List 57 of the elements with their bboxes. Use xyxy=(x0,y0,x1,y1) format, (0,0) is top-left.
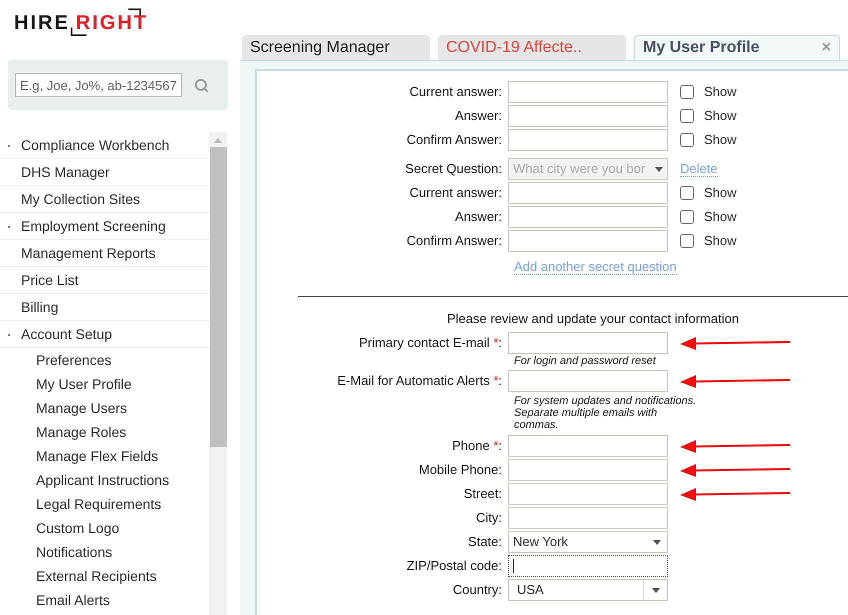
sidebar-subitem[interactable]: Manage Flex Fields xyxy=(0,444,209,468)
scroll-up-icon[interactable] xyxy=(214,138,222,143)
caret-icon xyxy=(653,540,661,544)
sidebar-subitem[interactable]: Manage Roles xyxy=(0,420,209,444)
search-icon[interactable] xyxy=(194,78,209,92)
field-label: Country: xyxy=(452,581,502,600)
field-hint: For login and password reset xyxy=(514,355,658,367)
sidebar-subitem[interactable]: Preferences xyxy=(0,348,209,372)
sidebar-subitem[interactable]: Legal Requirements xyxy=(0,492,209,516)
arrow-icon xyxy=(680,463,790,477)
caret-icon xyxy=(652,588,660,592)
field-label: Mobile Phone: xyxy=(418,461,502,480)
arrow-icon xyxy=(680,487,790,501)
sidebar-subitem[interactable]: Notifications xyxy=(0,540,209,564)
checkbox-label: Show xyxy=(704,232,737,250)
sidebar-subitem[interactable]: Email Alerts xyxy=(0,588,209,612)
field-hint: For system updates and notifications. Separate multiple emails with commas. xyxy=(514,395,698,431)
tab[interactable]: My User Profile × xyxy=(634,35,840,60)
field-label: Street: xyxy=(464,485,502,504)
logo: HIRE RIGHT xyxy=(14,6,148,36)
sidebar-subitem[interactable]: My User Profile xyxy=(0,372,209,396)
checkbox[interactable] xyxy=(680,109,694,123)
search-field[interactable]: E.g, Joe, Jo%, ab-1234567 xyxy=(15,73,182,97)
state-select[interactable]: New York xyxy=(508,531,668,553)
checkbox-label: Show xyxy=(704,184,737,202)
arrow-icon xyxy=(680,439,790,453)
checkbox[interactable] xyxy=(680,85,694,99)
tab[interactable]: Screening Manager xyxy=(242,35,430,60)
sidebar-subitem[interactable]: Applicant Instructions xyxy=(0,468,209,492)
arrow-icon xyxy=(680,336,790,350)
input-field[interactable] xyxy=(508,555,668,577)
caret-icon xyxy=(655,166,663,172)
field-label: Current answer: xyxy=(410,184,502,202)
field-label: Primary contact E-mail *: xyxy=(358,334,502,352)
field-label: Secret Question: xyxy=(405,160,502,178)
checkbox-label: Show xyxy=(704,83,737,102)
checkbox-label: Show xyxy=(704,107,737,126)
section-heading: Please review and update your contact information xyxy=(447,310,739,328)
arrow-icon xyxy=(680,374,790,388)
field-label: E-Mail for Automatic Alerts *: xyxy=(337,372,502,390)
sidebar-subitem[interactable]: Manage Users xyxy=(0,396,209,420)
scrollbar[interactable] xyxy=(209,132,227,615)
field-label: Confirm Answer: xyxy=(406,232,502,250)
field-label: State: xyxy=(468,533,502,552)
field-label: Answer: xyxy=(455,208,502,226)
checkbox[interactable] xyxy=(680,133,694,147)
checkbox-label: Show xyxy=(704,208,737,226)
field-label: ZIP/Postal code: xyxy=(406,557,502,576)
field-label: Confirm Answer: xyxy=(406,131,502,150)
sidebar-subitem[interactable]: Custom Logo xyxy=(0,516,209,540)
field-label: Current answer: xyxy=(410,83,502,102)
country-select[interactable]: USA xyxy=(508,579,668,601)
field-label: Answer: xyxy=(455,107,502,126)
checkbox-label: Show xyxy=(704,131,737,150)
sidebar-subitem[interactable]: External Recipients xyxy=(0,564,209,588)
field-label: City: xyxy=(476,509,502,528)
field-label: Phone *: xyxy=(452,437,502,456)
